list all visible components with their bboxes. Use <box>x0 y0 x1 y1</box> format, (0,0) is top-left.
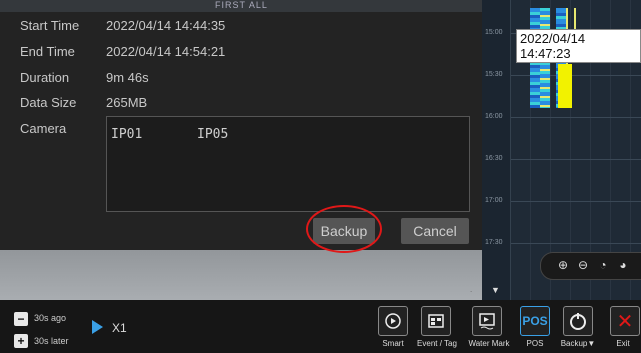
play-icon[interactable] <box>92 320 103 334</box>
timeline-label: 16:00 <box>485 113 503 120</box>
cancel-button[interactable]: Cancel <box>401 218 469 244</box>
timeline-label: 17:00 <box>485 197 503 204</box>
timeline-label: 15:00 <box>485 29 503 36</box>
backup-toolbar-label: Backup▼ <box>560 339 596 348</box>
zoom-reset-icon[interactable]: ◔ <box>595 257 611 273</box>
backup-icon <box>570 313 586 330</box>
camera-label: Camera <box>20 121 67 136</box>
timeline-gridline <box>511 117 641 118</box>
event-tag-icon <box>428 314 444 328</box>
pos-button[interactable]: POS <box>520 306 550 336</box>
watermark-label: Water Mark <box>468 339 510 348</box>
highlight-circle <box>306 205 382 253</box>
forward-30s-button[interactable]: + <box>14 334 28 348</box>
smart-search-button[interactable] <box>378 306 408 336</box>
page-indicator: . <box>470 285 473 294</box>
start-time-value: 2022/04/14 14:44:35 <box>106 18 226 33</box>
exit-icon: ✕ <box>616 310 634 333</box>
timeline-tooltip: 2022/04/14 14:47:23 <box>516 29 641 63</box>
timeline-axis <box>482 0 511 300</box>
backup-toolbar-button[interactable] <box>563 306 593 336</box>
camera-list[interactable]: IP01 IP05 <box>106 116 470 212</box>
exit-label: Exit <box>616 339 630 348</box>
end-time-value: 2022/04/14 14:54:21 <box>106 44 226 59</box>
rewind-30s-button[interactable]: − <box>14 312 28 326</box>
playback-speed[interactable]: X1 <box>112 321 127 335</box>
forward-30s-label: 30s later <box>34 336 69 346</box>
rewind-30s-label: 30s ago <box>34 313 67 323</box>
watermark-icon <box>479 313 495 330</box>
event-tag-label: Event / Tag <box>417 339 457 348</box>
end-time-label: End Time <box>20 44 75 59</box>
camera-item[interactable]: IP05 <box>197 127 228 142</box>
exit-button[interactable]: ✕ <box>610 306 640 336</box>
smart-label: Smart <box>382 339 404 348</box>
start-time-label: Start Time <box>20 18 80 33</box>
zoom-in-icon[interactable]: ⊕ <box>555 257 571 273</box>
timeline-gridline <box>511 243 641 244</box>
zoom-controls: ⊕ ⊖ ◔ ◕ <box>540 252 641 280</box>
event-tag-button[interactable] <box>421 306 451 336</box>
timeline-label: 16:30 <box>485 155 503 162</box>
data-size-label: Data Size <box>20 95 77 110</box>
duration-label: Duration <box>20 70 70 85</box>
timeline-label: 15:30 <box>485 71 503 78</box>
data-size-value: 265MB <box>106 95 148 110</box>
duration-value: 9m 46s <box>106 70 149 85</box>
smart-search-icon <box>385 313 401 329</box>
timeline-label: 17:30 <box>485 239 503 246</box>
zoom-24h-icon[interactable]: ◕ <box>615 257 631 273</box>
recording-bar <box>558 64 572 108</box>
timeline-gridline <box>511 159 641 160</box>
pos-label: POS <box>526 339 544 348</box>
timeline-gridline <box>511 201 641 202</box>
scroll-down-icon[interactable]: ▼ <box>491 285 500 295</box>
video-overlay-text: FIRST ALL <box>215 0 268 10</box>
pos-icon: POS <box>522 314 548 328</box>
zoom-out-icon[interactable]: ⊖ <box>575 257 591 273</box>
watermark-button[interactable] <box>472 306 502 336</box>
camera-item[interactable]: IP01 <box>111 127 142 142</box>
